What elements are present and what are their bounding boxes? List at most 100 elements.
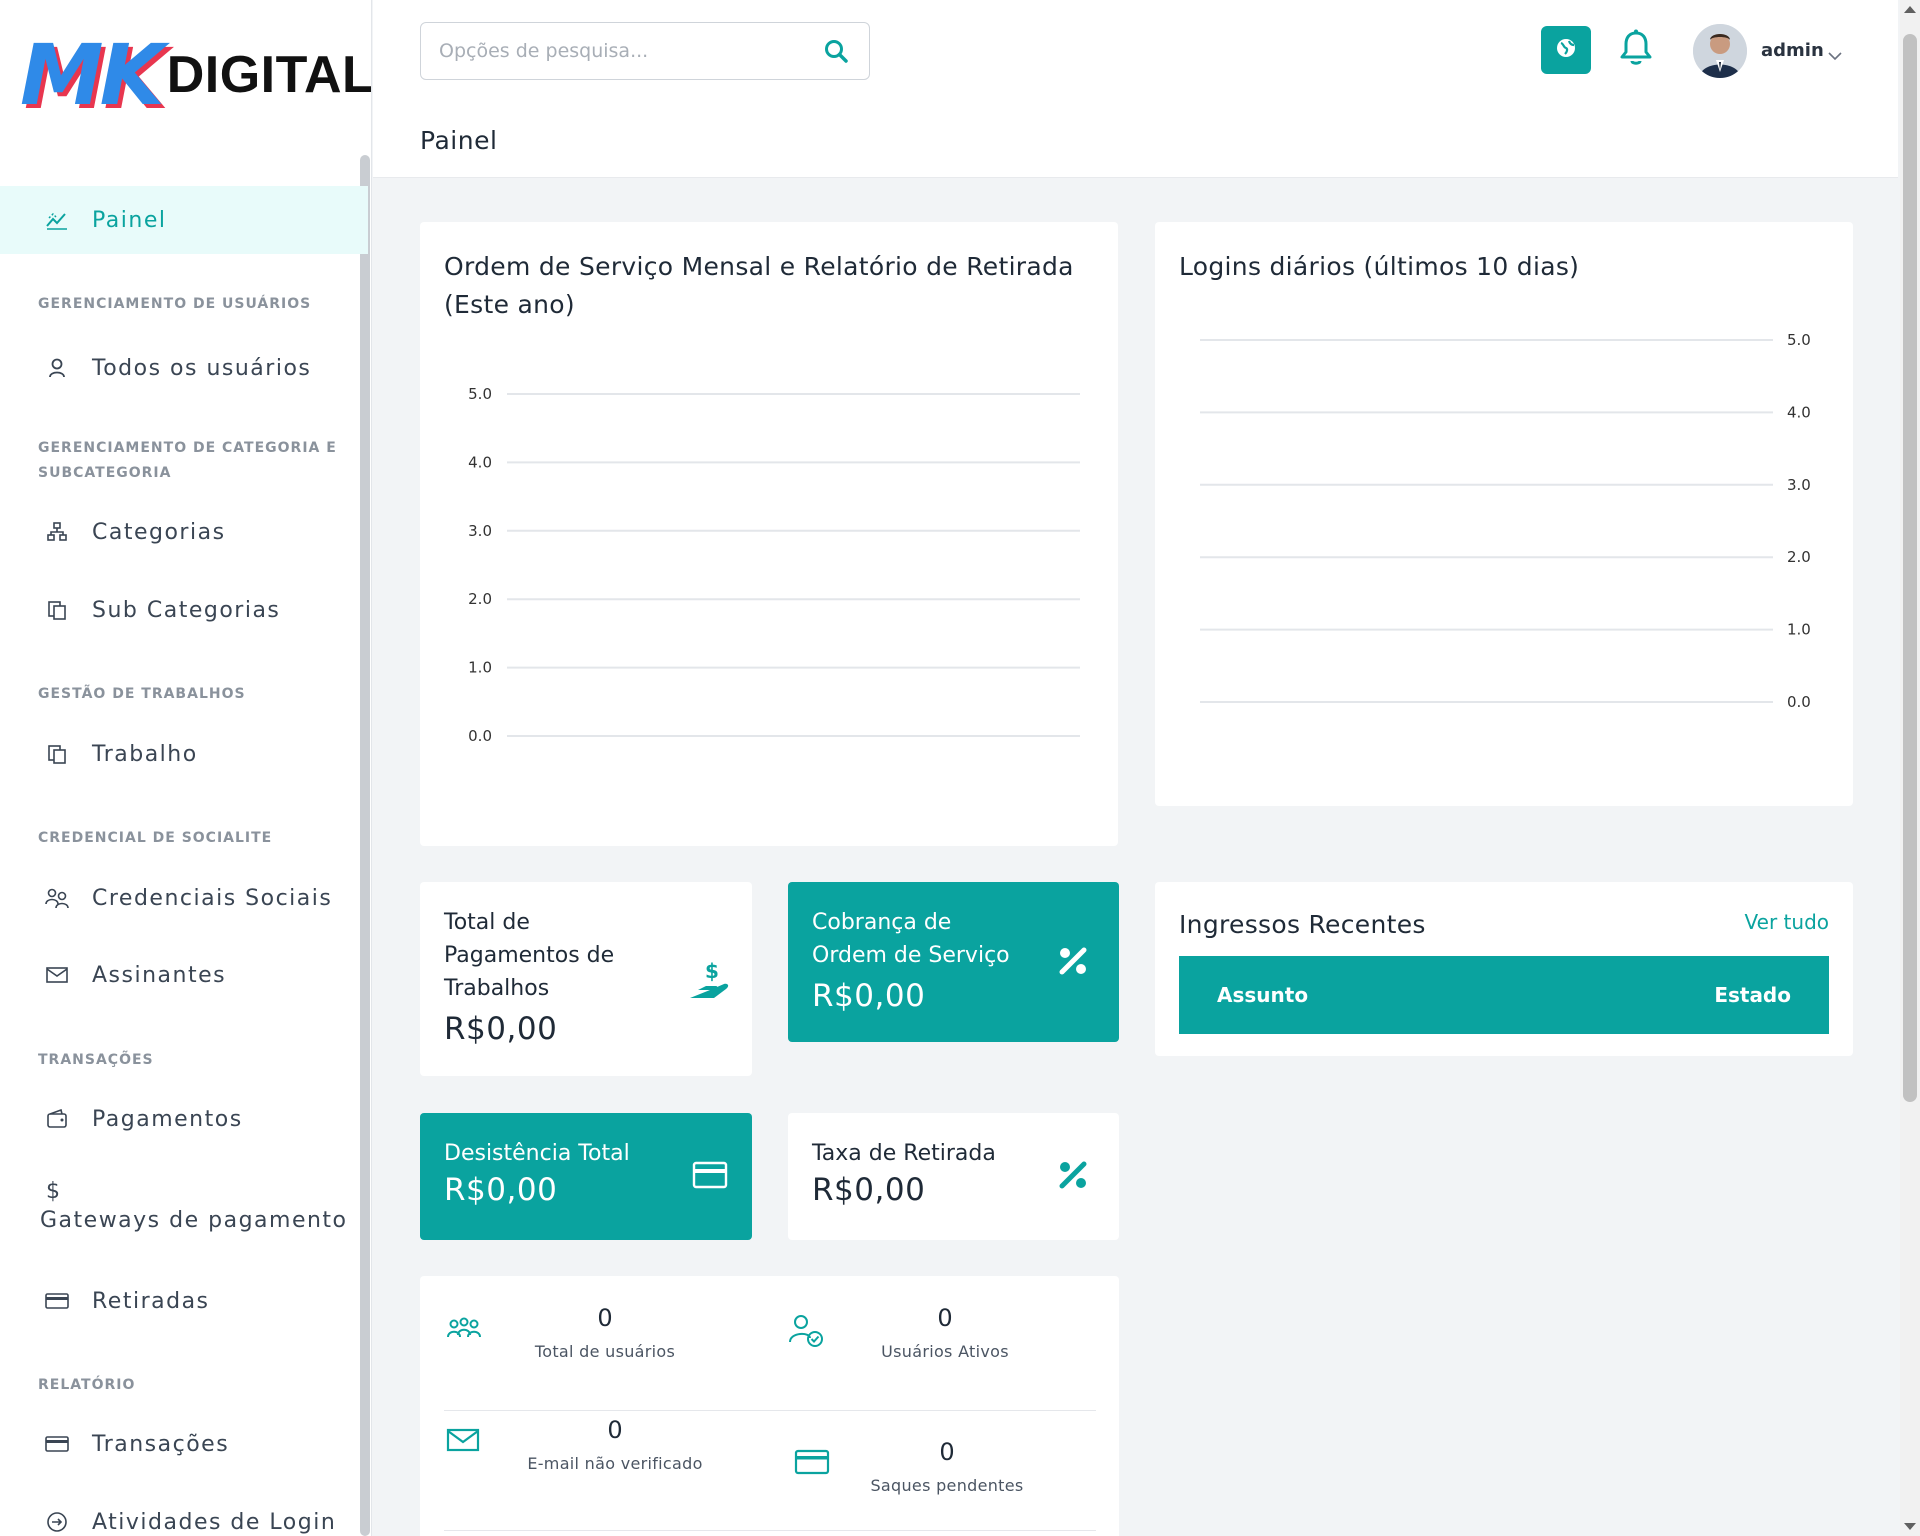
sidebar-item-label: Trabalho	[92, 741, 198, 767]
stat-card-pagamentos[interactable]: Total de Pagamentos de Trabalhos R$0,00 …	[420, 882, 752, 1076]
sidebar-item-label: Atividades de Login	[92, 1509, 337, 1535]
stat-card-desistencia[interactable]: Desistência Total R$0,00	[420, 1113, 752, 1240]
stat-label: Saques pendentes	[870, 1476, 1024, 1495]
chevron-down-icon[interactable]	[1828, 46, 1842, 65]
sidebar-item-categorias[interactable]: Categorias	[0, 512, 368, 552]
sidebar-item-label: Painel	[92, 207, 167, 233]
sidebar-item-trabalho[interactable]: Trabalho	[0, 734, 368, 774]
stat-label: Total de Pagamentos de Trabalhos	[444, 910, 615, 1001]
sidebar-item-gateways[interactable]: $ Gateways de pagamento	[40, 1178, 348, 1236]
y-tick-label: 0.0	[468, 727, 492, 745]
stat-number: 0	[939, 1438, 955, 1466]
envelope-icon	[446, 1428, 480, 1456]
scroll-up-arrow-icon[interactable]	[1904, 6, 1916, 13]
top-header: admin Painel	[373, 0, 1898, 178]
sidebar-item-todos-usuarios[interactable]: Todos os usuários	[0, 348, 368, 388]
sidebar-item-label: Credenciais Sociais	[92, 885, 333, 911]
y-tick-label: 1.0	[468, 659, 492, 677]
sidebar-item-label: Sub Categorias	[92, 597, 281, 623]
y-tick-label: 4.0	[468, 453, 492, 471]
y-tick-label: 4.0	[1787, 403, 1811, 421]
sign-in-icon	[42, 1511, 72, 1533]
chart-line-icon	[42, 210, 72, 230]
stat-label: Total de usuários	[534, 1342, 676, 1361]
y-tick-label: 2.0	[468, 590, 492, 608]
stat-card-cobranca[interactable]: Cobrança de Ordem de Serviço R$0,00	[788, 882, 1119, 1042]
sidebar-item-transacoes[interactable]: Transações	[0, 1424, 368, 1464]
stat-usuarios-ativos: 0 Usuários Ativos	[840, 1304, 1050, 1361]
section-title: GERENCIAMENTO DE CATEGORIA E SUBCATEGORI…	[38, 440, 337, 481]
recent-tickets-card: Ingressos Recentes Ver tudo Assunto Esta…	[1155, 882, 1853, 1056]
sidebar-item-sub-categorias[interactable]: Sub Categorias	[0, 590, 368, 630]
envelope-icon	[42, 966, 72, 984]
sidebar-item-label: Transações	[92, 1431, 230, 1457]
column-header[interactable]: Estado	[1714, 983, 1791, 1007]
sidebar-item-label: Categorias	[92, 519, 226, 545]
divider	[444, 1410, 1096, 1411]
daily-logins-card: Logins diários (últimos 10 dias) 0.0 1.0 2…	[1155, 222, 1853, 806]
divider	[444, 1530, 1096, 1531]
section-title: TRANSAÇÕES	[38, 1052, 154, 1068]
credit-card-icon	[692, 1161, 728, 1193]
user-check-icon	[788, 1312, 826, 1354]
y-tick-label: 2.0	[1787, 548, 1811, 566]
sidebar-item-pagamentos[interactable]: Pagamentos	[0, 1099, 368, 1139]
stat-label: Cobrança de Ordem de Serviço	[812, 910, 1010, 968]
search-icon[interactable]	[823, 38, 849, 68]
stat-value: R$0,00	[444, 1011, 558, 1047]
stat-value: R$0,00	[444, 1172, 558, 1208]
stat-label: Usuários Ativos	[881, 1342, 1009, 1361]
scrollbar-thumb[interactable]	[1903, 34, 1917, 1102]
users-icon	[42, 887, 72, 909]
section-title: RELATÓRIO	[38, 1377, 136, 1393]
sidebar-item-atividades-login[interactable]: Atividades de Login	[0, 1502, 368, 1536]
scroll-down-arrow-icon[interactable]	[1904, 1523, 1916, 1530]
sidebar-item-label: Assinantes	[92, 962, 227, 988]
username[interactable]: admin	[1761, 40, 1824, 61]
y-tick-label: 3.0	[1787, 476, 1811, 494]
sidebar-item-assinantes[interactable]: Assinantes	[0, 955, 368, 995]
section-title: CREDENCIAL DE SOCIALITE	[38, 830, 273, 846]
page-title: Painel	[420, 126, 498, 155]
dollar-icon: $	[46, 1179, 62, 1204]
language-button[interactable]	[1541, 26, 1591, 74]
column-header[interactable]: Assunto	[1217, 983, 1308, 1007]
search-box	[420, 22, 870, 80]
logo[interactable]: MK DIGITAL	[20, 26, 372, 124]
credit-card-icon	[42, 1435, 72, 1453]
section-title: GERENCIAMENTO DE USUÁRIOS	[38, 296, 312, 312]
percent-icon	[1056, 1158, 1090, 1196]
stat-card-taxa[interactable]: Taxa de Retirada R$0,00	[788, 1113, 1119, 1240]
copy-icon	[42, 599, 72, 621]
sidebar: MK DIGITAL Painel GERENCIAMENTO DE USUÁR…	[0, 0, 372, 1536]
stat-label: E-mail não verificado	[527, 1454, 703, 1473]
percent-icon	[1056, 944, 1090, 982]
sidebar-item-painel[interactable]: Painel	[0, 186, 368, 254]
globe-icon	[1555, 37, 1577, 63]
stat-label: Desistência Total	[444, 1141, 630, 1166]
daily-logins-chart: 0.0 1.0 2.0 3.0 4.0 5.0	[1200, 331, 1811, 711]
main-scrollbar[interactable]	[1900, 0, 1920, 1536]
view-all-link[interactable]: Ver tudo	[1745, 910, 1829, 934]
sidebar-item-label: Retiradas	[92, 1288, 210, 1314]
users-group-icon	[446, 1315, 482, 1347]
sidebar-item-credenciais-sociais[interactable]: Credenciais Sociais	[0, 878, 368, 918]
search-input[interactable]	[439, 40, 799, 62]
user-avatar[interactable]	[1693, 24, 1747, 78]
hand-holding-dollar-icon: $	[688, 958, 734, 1008]
monthly-report-card: Ordem de Serviço Mensal e Relatório de R…	[420, 222, 1118, 846]
sidebar-item-label: Pagamentos	[92, 1106, 243, 1132]
stat-value: R$0,00	[812, 1172, 926, 1208]
stat-number: 0	[597, 1304, 613, 1332]
user-stats-card: 0 Total de usuários 0 Usuários Ativos 0 …	[420, 1276, 1119, 1536]
logo-mk: MK	[20, 26, 165, 124]
y-tick-label: 1.0	[1787, 621, 1811, 639]
svg-text:$: $	[705, 959, 719, 983]
sidebar-item-retiradas[interactable]: Retiradas	[0, 1281, 368, 1321]
y-tick-label: 5.0	[1787, 331, 1811, 349]
logo-digital: DIGITAL	[166, 46, 372, 104]
copy-icon	[42, 743, 72, 765]
y-tick-label: 0.0	[1787, 693, 1811, 711]
credit-card-icon	[42, 1292, 72, 1310]
notifications-bell-icon[interactable]	[1618, 28, 1654, 72]
